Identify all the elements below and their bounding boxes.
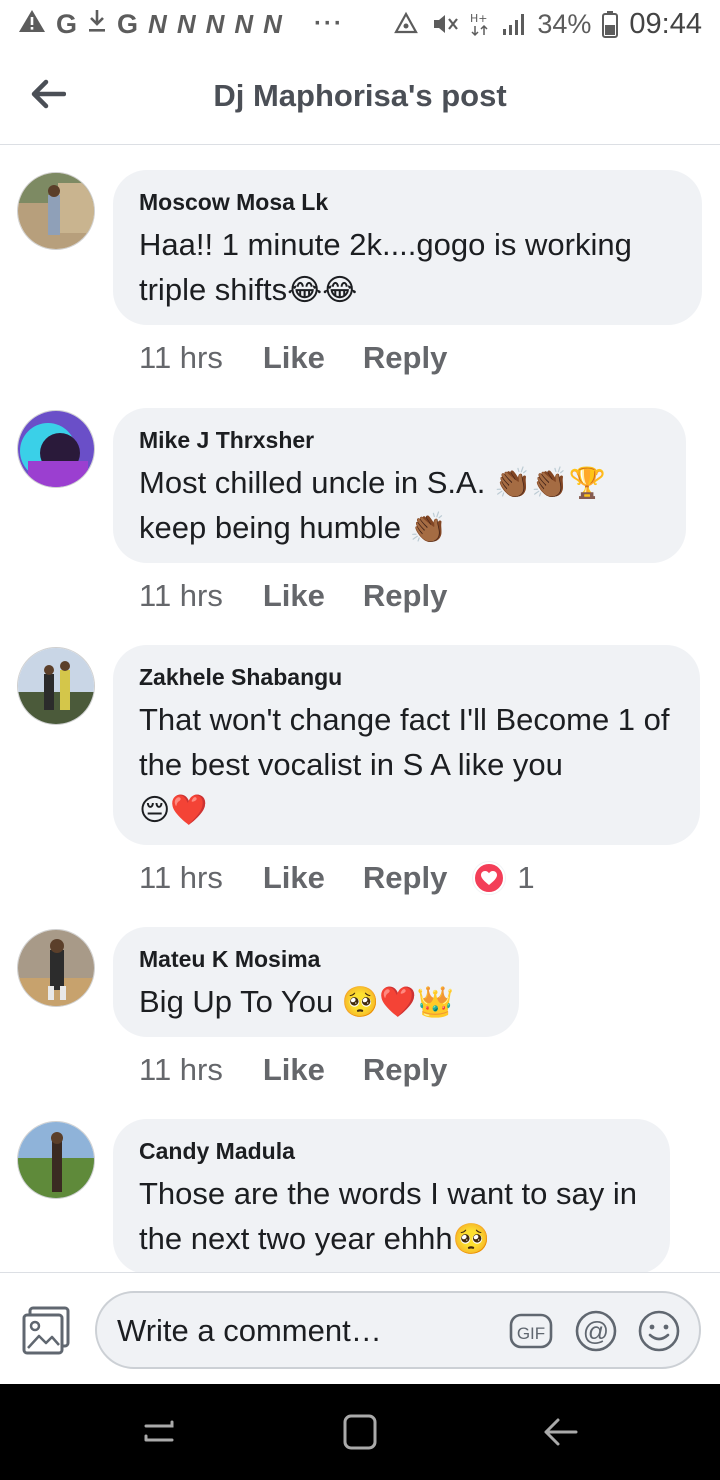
back-icon bbox=[544, 1418, 578, 1446]
svg-text:H+: H+ bbox=[470, 12, 488, 25]
clock: 09:44 bbox=[629, 7, 702, 40]
reply-button[interactable]: Reply bbox=[363, 578, 447, 614]
photo-button[interactable] bbox=[20, 1304, 74, 1358]
comment-list[interactable]: Moscow Mosa Lk Haa!! 1 minute 2k....gogo… bbox=[0, 146, 720, 1272]
comment-timestamp[interactable]: 11 hrs bbox=[139, 578, 223, 614]
battery-icon bbox=[601, 10, 619, 38]
comment-author[interactable]: Candy Madula bbox=[139, 1137, 644, 1165]
mute-icon bbox=[431, 11, 459, 37]
comment-text: Big Up To You 🥺❤️👑 bbox=[139, 984, 454, 1019]
warning-icon bbox=[18, 8, 46, 41]
comment-timestamp[interactable]: 11 hrs bbox=[139, 860, 223, 896]
status-left: G G N N N N N ··· bbox=[18, 8, 344, 41]
emoji-pensive-heart: 😔❤️ bbox=[139, 794, 208, 827]
comment-bubble[interactable]: Mateu K Mosima Big Up To You 🥺❤️👑 bbox=[113, 927, 519, 1037]
comment-actions: 11 hrs Like Reply bbox=[139, 340, 447, 376]
recycle-icon bbox=[391, 11, 421, 37]
reply-button[interactable]: Reply bbox=[363, 1052, 447, 1088]
reaction-summary[interactable]: 1 bbox=[473, 860, 535, 896]
notification-n-icon: N bbox=[176, 8, 196, 39]
system-navigation-bar bbox=[0, 1384, 720, 1480]
home-icon bbox=[343, 1414, 377, 1450]
emoji-pleading-heart-crown: 🥺❤️👑 bbox=[341, 986, 454, 1019]
comment-text: Most chilled uncle in S.A. 👏🏾👏🏾🏆 keep bei… bbox=[139, 465, 607, 545]
notification-n-icon: N bbox=[205, 8, 225, 39]
heart-icon bbox=[473, 862, 506, 894]
svg-text:@: @ bbox=[583, 1316, 609, 1346]
system-back-button[interactable] bbox=[536, 1412, 584, 1452]
comment-author[interactable]: Moscow Mosa Lk bbox=[139, 188, 676, 216]
reaction-count: 1 bbox=[517, 860, 535, 895]
comment-box[interactable]: GIF @ bbox=[95, 1291, 701, 1369]
avatar[interactable] bbox=[17, 1121, 95, 1199]
comment-bubble[interactable]: Candy Madula Those are the words I want … bbox=[113, 1119, 670, 1272]
comment-composer: GIF @ bbox=[0, 1272, 720, 1384]
reply-button[interactable]: Reply bbox=[363, 860, 447, 896]
comment-actions: 11 hrs Like Reply 1 bbox=[139, 860, 535, 896]
comment-input[interactable] bbox=[117, 1307, 497, 1355]
mention-button[interactable]: @ bbox=[574, 1309, 618, 1353]
gif-icon: GIF bbox=[509, 1313, 553, 1349]
svg-text:GIF: GIF bbox=[517, 1324, 545, 1343]
emoji-button[interactable] bbox=[637, 1309, 681, 1353]
like-button[interactable]: Like bbox=[263, 340, 325, 376]
emoji-pleading: 🥺 bbox=[452, 1223, 491, 1256]
photo-icon bbox=[22, 1306, 70, 1355]
page-title: Dj Maphorisa's post bbox=[213, 78, 507, 113]
network-type-icon: H+ bbox=[469, 11, 491, 37]
comment-bubble[interactable]: Moscow Mosa Lk Haa!! 1 minute 2k....gogo… bbox=[113, 170, 702, 325]
avatar[interactable] bbox=[17, 410, 95, 488]
g-icon-2: G bbox=[117, 8, 139, 39]
reply-button[interactable]: Reply bbox=[363, 340, 447, 376]
notification-n-icon: N bbox=[234, 8, 254, 39]
gif-button[interactable]: GIF bbox=[509, 1309, 553, 1353]
download-icon bbox=[87, 8, 107, 41]
like-button[interactable]: Like bbox=[263, 860, 325, 896]
post-header: Dj Maphorisa's post bbox=[0, 48, 720, 145]
recent-apps-icon bbox=[144, 1420, 174, 1442]
comment-text: Haa!! 1 minute 2k....gogo is working tri… bbox=[139, 227, 632, 307]
battery-percent: 34% bbox=[537, 8, 592, 39]
comment-bubble[interactable]: Mike J Thrxsher Most chilled uncle in S.… bbox=[113, 408, 686, 563]
comment-timestamp[interactable]: 11 hrs bbox=[139, 1052, 223, 1088]
status-right: H+ 34% 09:44 bbox=[391, 8, 702, 41]
avatar[interactable] bbox=[17, 172, 95, 250]
like-button[interactable]: Like bbox=[263, 578, 325, 614]
smiley-icon bbox=[638, 1310, 680, 1352]
recent-apps-button[interactable] bbox=[136, 1412, 184, 1452]
comment-actions: 11 hrs Like Reply bbox=[139, 1052, 447, 1088]
g-icon: G bbox=[56, 8, 78, 39]
notification-n-icon: N bbox=[263, 8, 282, 39]
comment-bubble[interactable]: Zakhele Shabangu That won't change fact … bbox=[113, 645, 700, 845]
comment-author[interactable]: Mike J Thrxsher bbox=[139, 426, 660, 454]
comment-author[interactable]: Zakhele Shabangu bbox=[139, 663, 674, 691]
signal-icon bbox=[501, 11, 527, 37]
comment-text: That won't change fact I'll Become 1 of … bbox=[139, 702, 670, 827]
mention-icon: @ bbox=[575, 1310, 617, 1352]
avatar[interactable] bbox=[17, 929, 95, 1007]
avatar[interactable] bbox=[17, 647, 95, 725]
notification-n-icon: N bbox=[148, 8, 167, 39]
comment-timestamp[interactable]: 11 hrs bbox=[139, 340, 223, 376]
emoji-clap: 👏🏾 bbox=[409, 512, 447, 545]
status-bar: G G N N N N N ··· H+ 34% 09:44 bbox=[0, 0, 720, 48]
comment-actions: 11 hrs Like Reply bbox=[139, 578, 447, 614]
emoji-laughing: 😂😂 bbox=[287, 274, 358, 307]
comment-author[interactable]: Mateu K Mosima bbox=[139, 945, 493, 973]
home-button[interactable] bbox=[336, 1412, 384, 1452]
like-button[interactable]: Like bbox=[263, 1052, 325, 1088]
emoji-clap-trophy: 👏🏾👏🏾🏆 bbox=[493, 467, 607, 500]
more-notifications-icon: ··· bbox=[313, 10, 344, 37]
comment-text: Those are the words I want to say in the… bbox=[139, 1176, 637, 1256]
